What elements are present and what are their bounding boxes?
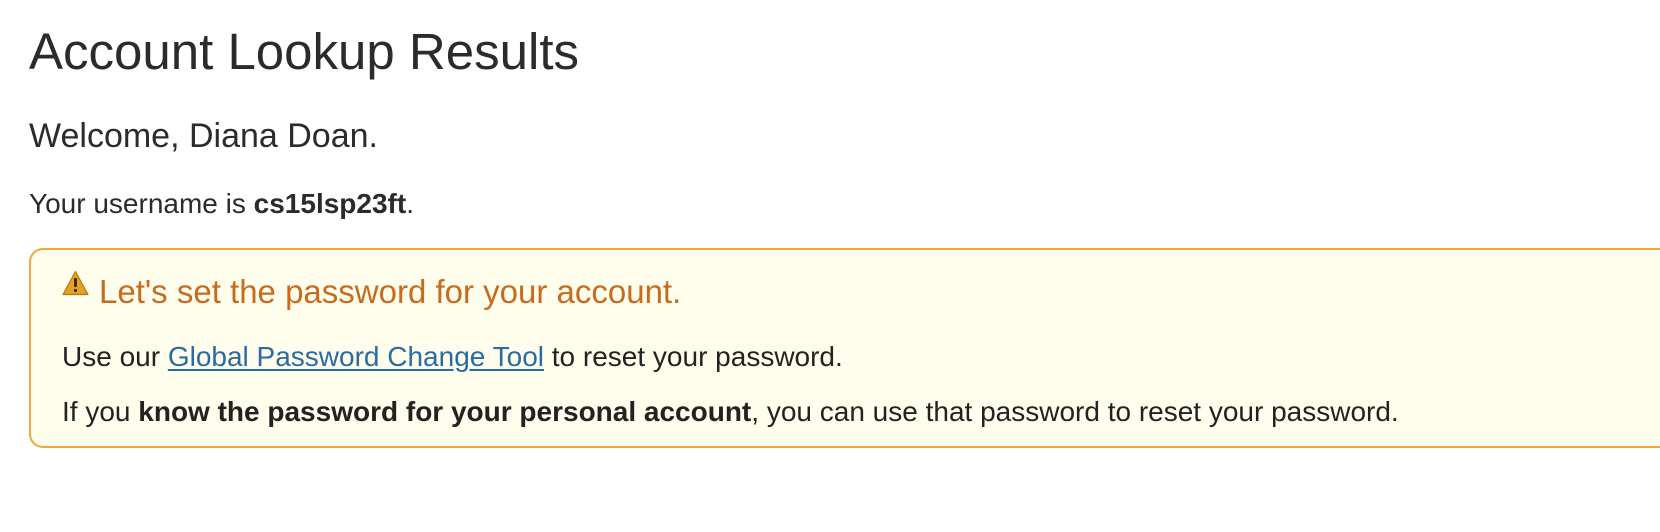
line2-bold: know the password for your personal acco… <box>138 396 752 427</box>
alert-title: Let's set the password for your account. <box>99 273 682 310</box>
line1-prefix: Use our <box>62 341 168 372</box>
global-password-change-tool-link[interactable]: Global Password Change Tool <box>168 341 544 372</box>
username-line: Your username is cs15lsp23ft. <box>29 186 414 222</box>
username-value: cs15lsp23ft <box>253 188 407 219</box>
alert-line-tool: Use our Global Password Change Tool to r… <box>62 339 843 375</box>
warning-icon <box>62 270 89 296</box>
password-alert: Let's set the password for your account.… <box>29 248 1660 448</box>
username-suffix: . <box>406 188 414 219</box>
alert-line-personal: If you know the password for your person… <box>62 394 1399 430</box>
line2-prefix: If you <box>62 396 139 427</box>
username-prefix: Your username is <box>29 188 254 219</box>
line2-suffix: , you can use that password to reset you… <box>751 396 1399 427</box>
line1-suffix: to reset your password. <box>543 341 843 372</box>
page-title: Account Lookup Results <box>29 23 579 80</box>
welcome-message: Welcome, Diana Doan. <box>29 117 378 155</box>
alert-heading: Let's set the password for your account. <box>62 270 681 314</box>
